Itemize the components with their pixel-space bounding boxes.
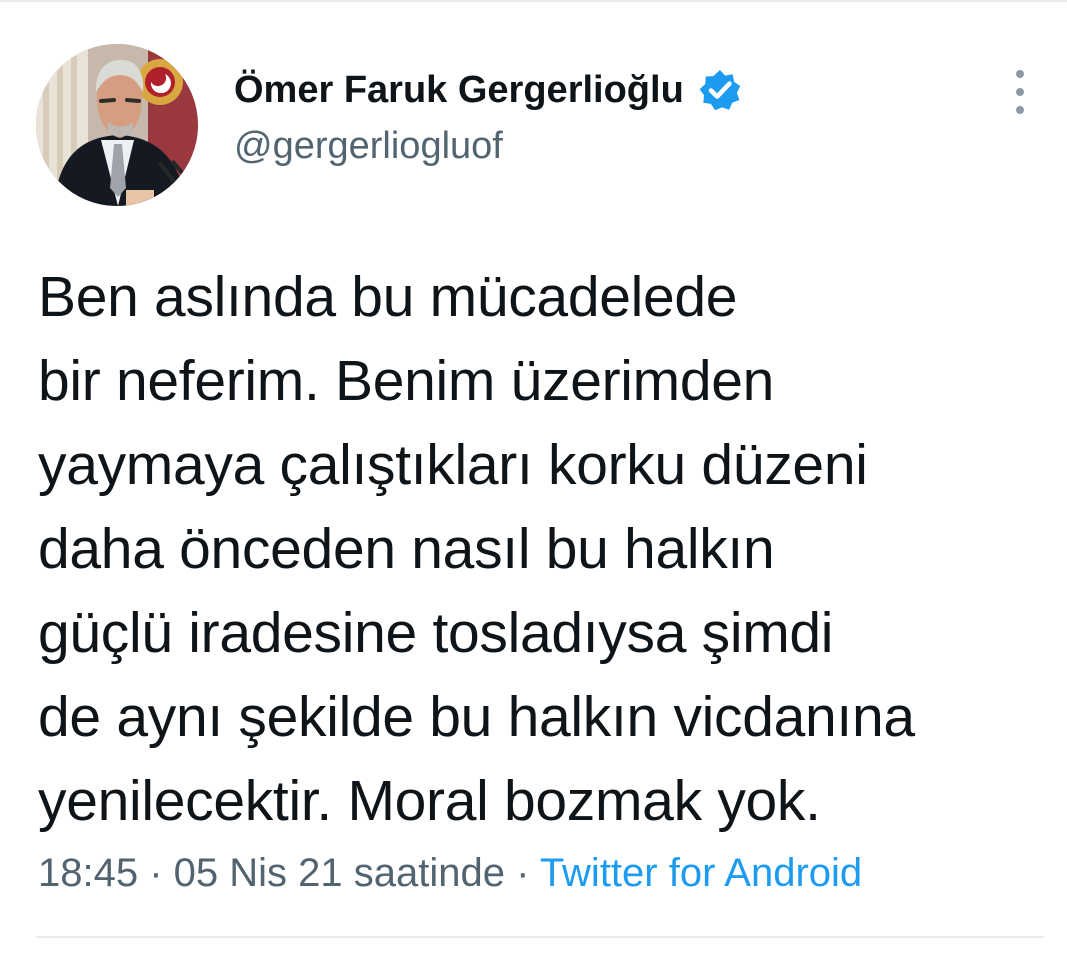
more-options-icon[interactable] [1005,70,1035,114]
avatar[interactable] [36,44,198,206]
author-name[interactable]: Ömer Faruk Gergerlioğlu [234,62,684,118]
bottom-divider [36,936,1044,938]
tweet-text: Ben aslında bu mücadelede bir neferim. B… [38,265,915,833]
author-name-row[interactable]: Ömer Faruk Gergerlioğlu [234,62,994,118]
more-dot [1016,88,1024,96]
tweet-date[interactable]: 05 Nis 21 saatinde [174,851,505,895]
tweet-source-link[interactable]: Twitter for Android [540,851,862,895]
profile-photo [36,44,198,206]
verified-badge-icon [698,68,742,112]
tweet-metadata: 18:45 · 05 Nis 21 saatinde · Twitter for… [38,847,862,899]
tweet-header: Ömer Faruk Gergerlioğlu @gergerliogluof [234,62,994,174]
meta-separator: · [138,851,174,895]
top-divider [0,0,1067,2]
more-dot [1016,70,1024,78]
tweet-time[interactable]: 18:45 [38,851,138,895]
meta-separator: · [504,851,540,895]
more-dot [1016,106,1024,114]
author-handle[interactable]: @gergerliogluof [234,118,994,174]
